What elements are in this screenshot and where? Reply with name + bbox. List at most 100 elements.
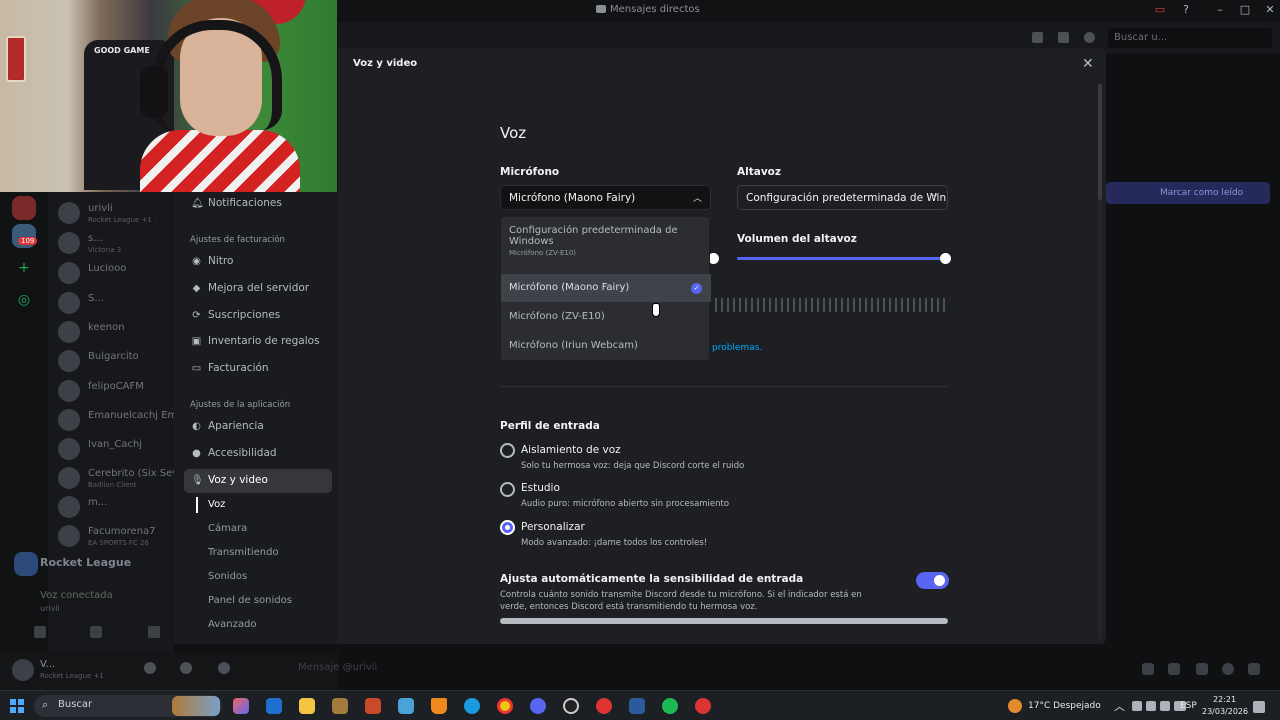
discord-taskbar-icon[interactable]: [530, 698, 546, 714]
sidebar-item-appearance[interactable]: ◐ Apariencia: [184, 415, 332, 439]
clock-time[interactable]: 22:21: [1213, 695, 1236, 704]
explore-icon[interactable]: ◎: [12, 288, 36, 312]
dm-item[interactable]: Luciooo: [58, 260, 178, 288]
window-close-button[interactable]: ✕: [1260, 3, 1280, 16]
winrar-icon[interactable]: [365, 698, 381, 714]
sidebar-item-billing[interactable]: ▭ Facturación: [184, 357, 332, 381]
speaker-volume-slider[interactable]: [737, 257, 945, 260]
profile-title[interactable]: Aislamiento de voz: [521, 444, 621, 456]
subitem-transmitiendo[interactable]: Transmitiendo: [208, 547, 279, 558]
video-off-icon[interactable]: [34, 626, 46, 638]
subitem-panel-sonidos[interactable]: Panel de sonidos: [208, 595, 292, 606]
mic-option[interactable]: Micrófono (ZV-E10): [501, 303, 711, 331]
sidebar-item-notifications[interactable]: 🔔︎ Notificaciones: [184, 192, 332, 216]
sidebar-item-accessibility[interactable]: ● Accesibilidad: [184, 442, 332, 466]
copilot-icon[interactable]: [233, 698, 249, 714]
chrome-icon[interactable]: [497, 698, 513, 714]
mic-icon[interactable]: [144, 662, 156, 674]
server-icon[interactable]: [12, 196, 36, 220]
header-search-input[interactable]: Buscar u...: [1108, 28, 1272, 48]
sidebar-item-voice-video[interactable]: 🎙︎ Voz y video: [184, 469, 332, 493]
minecraft-icon[interactable]: [332, 698, 348, 714]
sticker-icon[interactable]: [1196, 663, 1208, 675]
microphone-tray-icon[interactable]: [1160, 701, 1170, 711]
troubleshoot-link[interactable]: problemas.: [712, 343, 762, 353]
network-icon[interactable]: [1146, 701, 1156, 711]
profile-icon[interactable]: [1084, 32, 1095, 43]
chevron-up-icon[interactable]: ︿: [1114, 698, 1125, 714]
obs-icon[interactable]: [563, 698, 579, 714]
voice-connection[interactable]: Voz conectada urivli: [0, 586, 174, 622]
spotify-icon[interactable]: [662, 698, 678, 714]
dm-item[interactable]: urivli Rocket League +1 ·: [58, 200, 178, 228]
dm-item[interactable]: Ivan_Cachj: [58, 436, 178, 464]
subitem-camara[interactable]: Cámara: [208, 523, 247, 534]
auto-sensitivity-toggle[interactable]: [916, 572, 949, 589]
mic-option[interactable]: Configuración predeterminada de Windows …: [501, 225, 711, 269]
outlook-icon[interactable]: [266, 698, 282, 714]
weather-icon[interactable]: [1008, 699, 1022, 713]
mark-as-read-button[interactable]: Marcar como leído: [1106, 182, 1270, 204]
dm-item[interactable]: Facumorena7 EA SPORTS FC 26: [58, 523, 178, 551]
user-avatar[interactable]: [12, 659, 34, 681]
app-tray-icon[interactable]: [1132, 701, 1142, 711]
settings-icon[interactable]: [218, 662, 230, 674]
message-input[interactable]: Mensaje @urivli: [260, 656, 1130, 682]
apps-icon[interactable]: [1248, 663, 1260, 675]
clock-date[interactable]: 23/03/2026: [1202, 707, 1248, 716]
sidebar-item-server-boost[interactable]: ◆ Mejora del servidor: [184, 277, 332, 301]
speaker-volume-knob[interactable]: [940, 253, 951, 264]
radio-voice-isolation[interactable]: [500, 443, 515, 458]
radio-studio[interactable]: [500, 482, 515, 497]
add-server-icon[interactable]: +: [12, 256, 36, 280]
inbox-icon[interactable]: ▭: [1150, 3, 1170, 16]
gif-icon[interactable]: [1168, 663, 1180, 675]
dm-item[interactable]: keenon: [58, 319, 178, 347]
minimize-button[interactable]: –: [1210, 3, 1230, 16]
app-icon[interactable]: [398, 698, 414, 714]
weather-text[interactable]: 17°C Despejado: [1028, 701, 1101, 711]
help-icon[interactable]: ?: [1176, 3, 1196, 16]
edge-icon[interactable]: [464, 698, 480, 714]
radio-custom[interactable]: [500, 520, 515, 535]
subitem-sonidos[interactable]: Sonidos: [208, 571, 247, 582]
dm-item[interactable]: Cerebrito (Six Seve Badlion Client: [58, 465, 184, 493]
activities-icon[interactable]: [148, 626, 160, 638]
screen-share-icon[interactable]: [90, 626, 102, 638]
dm-item[interactable]: Bulgarcito: [58, 348, 178, 376]
mic-option-selected[interactable]: Micrófono (Maono Fairy) ✓: [501, 274, 711, 302]
sensitivity-bar[interactable]: [500, 618, 948, 624]
subitem-voz[interactable]: Voz: [208, 499, 225, 510]
profile-title[interactable]: Personalizar: [521, 521, 585, 533]
profile-title[interactable]: Estudio: [521, 482, 560, 494]
file-explorer-icon[interactable]: [299, 698, 315, 714]
chrome-profile-icon[interactable]: [596, 698, 612, 714]
dm-item[interactable]: m...: [58, 494, 178, 522]
headset-icon[interactable]: [180, 662, 192, 674]
sidebar-item-gift-inventory[interactable]: ▣ Inventario de regalos: [184, 330, 332, 354]
add-friend-icon[interactable]: [1058, 32, 1069, 43]
windows-start-icon[interactable]: [10, 699, 24, 713]
chrome-profile-2-icon[interactable]: [695, 698, 711, 714]
mic-option[interactable]: Micrófono (Iriun Webcam): [501, 332, 711, 360]
dm-item[interactable]: S...: [58, 290, 178, 318]
scrollbar-thumb[interactable]: [1098, 84, 1102, 200]
close-icon[interactable]: ✕: [1082, 56, 1094, 72]
language-indicator[interactable]: ESP: [1180, 701, 1197, 711]
emoji-icon[interactable]: [1222, 663, 1234, 675]
activity-bar[interactable]: Rocket League: [0, 548, 174, 580]
mic-select[interactable]: Micrófono (Maono Fairy) ︿: [500, 185, 711, 210]
pin-icon[interactable]: [1032, 32, 1043, 43]
sidebar-item-nitro[interactable]: ◉ Nitro: [184, 250, 332, 274]
gift-icon[interactable]: [1142, 663, 1154, 675]
dm-item[interactable]: Emanuelcachj Em: [58, 407, 178, 435]
vlc-icon[interactable]: [431, 698, 447, 714]
speaker-select[interactable]: Configuración predeterminada de Win ﹀: [737, 185, 948, 210]
notification-icon[interactable]: [1253, 701, 1265, 713]
sidebar-item-subscriptions[interactable]: ⟳ Suscripciones: [184, 304, 332, 328]
dm-item[interactable]: s... Victoria 3: [58, 230, 178, 258]
rocket-league-taskbar-icon[interactable]: [629, 698, 645, 714]
taskbar-search[interactable]: ⌕ Buscar: [34, 695, 222, 717]
subitem-avanzado[interactable]: Avanzado: [208, 619, 256, 630]
maximize-button[interactable]: □: [1235, 3, 1255, 16]
